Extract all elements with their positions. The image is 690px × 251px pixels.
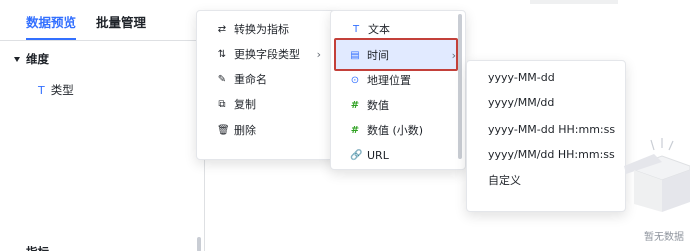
time-format-option[interactable]: yyyy/MM/dd HH:mm:ss (467, 142, 625, 166)
menu-item-label: 复制 (234, 98, 256, 111)
time-format-label: yyyy-MM-dd (488, 70, 555, 84)
time-format-label: 自定义 (488, 174, 521, 187)
time-format-submenu: yyyy-MM-dd yyyy/MM/dd yyyy-MM-dd HH:mm:s… (466, 60, 626, 212)
tab-bar: 数据预览 批量管理 (0, 0, 205, 40)
panel-scrollbar[interactable] (197, 237, 201, 251)
time-format-option[interactable]: yyyy-MM-dd (467, 65, 625, 89)
time-format-label: yyyy/MM/dd HH:mm:ss (488, 147, 615, 161)
menu-item-delete[interactable]: 🗑 删除 (197, 118, 335, 142)
type-option-time-selected[interactable] (334, 38, 458, 71)
menu-item-change-field-type[interactable]: ⇅ 更换字段类型 › (197, 42, 335, 66)
menu-item-label: 删除 (234, 124, 256, 137)
empty-state-text: 暂无数据 (644, 232, 684, 243)
menu-item-label: 更换字段类型 (234, 48, 300, 61)
dimension-section-header[interactable]: 维度 (14, 51, 49, 67)
field-list-panel: 维度 T 类型 指标 (0, 40, 205, 251)
time-format-label: yyyy/MM/dd (488, 95, 555, 109)
time-format-option-custom[interactable]: 自定义 (467, 168, 625, 192)
time-format-label: yyyy-MM-dd HH:mm:ss (488, 122, 616, 136)
text-type-icon: T (38, 83, 45, 97)
menu-item-label: 重命名 (234, 73, 267, 86)
field-type-submenu: T 文本 (330, 10, 466, 170)
tab-data-preview[interactable]: 数据预览 (26, 12, 76, 31)
metric-section-header[interactable]: 指标 (26, 246, 49, 251)
submenu-scrollbar[interactable] (458, 14, 462, 159)
time-format-option[interactable]: yyyy-MM-dd HH:mm:ss (467, 117, 625, 141)
time-format-option[interactable]: yyyy/MM/dd (467, 90, 625, 114)
chevron-right-icon: › (316, 47, 321, 61)
field-context-menu: ⇄ 转换为指标 ⇅ 更换字段类型 › ✎ 重命名 ⧉ 复制 🗑 删除 (196, 10, 336, 160)
caret-down-icon (14, 56, 20, 62)
menu-item-copy[interactable]: ⧉ 复制 (197, 92, 335, 116)
field-label: 类型 (50, 83, 74, 97)
type-option-label: 文本 (368, 23, 390, 36)
text-type-icon: T (352, 23, 360, 35)
menu-item-convert-to-metric[interactable]: ⇄ 转换为指标 (197, 17, 335, 41)
swap-icon: ⇄ (217, 23, 227, 35)
copy-icon: ⧉ (218, 98, 226, 110)
field-item-type[interactable]: T 类型 (38, 82, 74, 98)
tab-batch-manage[interactable]: 批量管理 (96, 12, 146, 31)
change-type-icon: ⇅ (217, 48, 227, 60)
delete-icon: 🗑 (217, 124, 230, 136)
rename-icon: ✎ (217, 73, 227, 85)
menu-item-rename[interactable]: ✎ 重命名 (197, 67, 335, 91)
top-toolbar-edge (530, 0, 618, 4)
section-title: 维度 (26, 52, 49, 66)
menu-item-label: 转换为指标 (234, 23, 289, 36)
empty-box-illustration (624, 138, 690, 212)
